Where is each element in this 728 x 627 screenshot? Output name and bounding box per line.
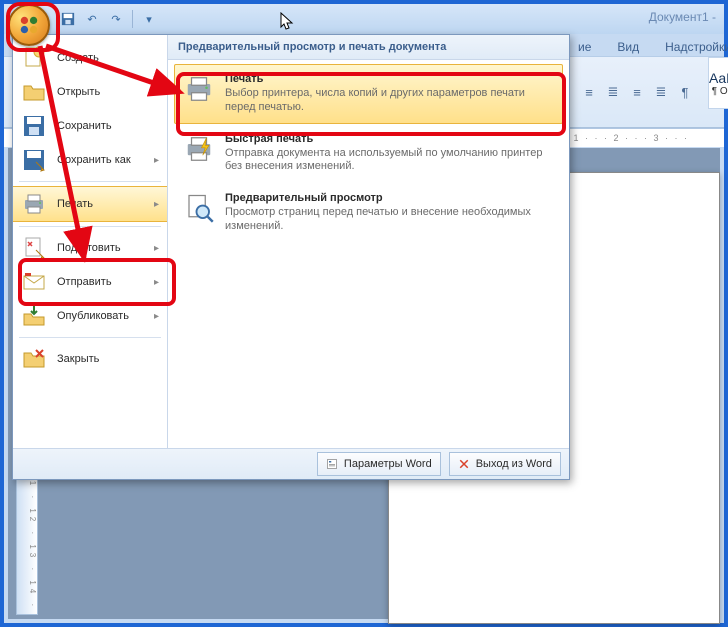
paragraph-group: ≡ ≣ ≡ ≣ ¶ — [574, 57, 700, 127]
menu-label: Закрыть — [57, 353, 159, 365]
undo-icon[interactable]: ↶ — [84, 11, 100, 27]
styles-gallery[interactable]: AaBb ¶ Обы — [708, 57, 728, 109]
exit-word-button[interactable]: Выход из Word — [449, 452, 561, 476]
menu-item-publish[interactable]: Опубликовать ▸ — [13, 299, 167, 333]
style-sample: AaBb — [709, 70, 728, 86]
ribbon-tab[interactable]: ие — [574, 38, 595, 56]
submenu-arrow-icon: ▸ — [154, 277, 159, 288]
submenu-arrow-icon: ▸ — [154, 199, 159, 210]
redo-icon[interactable]: ↷ — [108, 11, 124, 27]
print-icon — [21, 191, 47, 217]
quick-print-icon — [183, 133, 215, 165]
submenu-title: Печать — [225, 73, 554, 85]
office-button[interactable] — [8, 4, 50, 46]
ribbon-tab-view[interactable]: Вид — [613, 38, 643, 56]
menu-item-close[interactable]: Закрыть — [13, 342, 167, 376]
submenu-item-print[interactable]: Печать Выбор принтера, числа копий и дру… — [174, 64, 563, 124]
word-options-button[interactable]: Параметры Word — [317, 452, 441, 476]
submenu-header: Предварительный просмотр и печать докуме… — [168, 35, 569, 60]
document-title: Документ1 - — [649, 10, 716, 24]
office-menu-body: Создать Открыть Сохранить Сохранить как … — [13, 35, 569, 448]
menu-item-open[interactable]: Открыть — [13, 75, 167, 109]
align-left-icon[interactable]: ≡ — [578, 81, 600, 103]
submenu-item-print-preview[interactable]: Предварительный просмотр Просмотр страни… — [174, 183, 563, 243]
publish-icon — [21, 303, 47, 329]
menu-label: Создать — [57, 52, 159, 64]
submenu-text: Печать Выбор принтера, числа копий и дру… — [225, 73, 554, 115]
submenu-arrow-icon: ▸ — [154, 155, 159, 166]
menu-label: Подготовить — [57, 242, 144, 254]
qat-separator — [132, 10, 133, 28]
menu-separator — [19, 337, 161, 338]
prepare-icon — [21, 235, 47, 261]
menu-label: Отправить — [57, 276, 144, 288]
menu-label: Открыть — [57, 86, 159, 98]
submenu-title: Быстрая печать — [225, 133, 554, 145]
qat-customize-icon[interactable]: ▾ — [141, 11, 157, 27]
menu-item-save[interactable]: Сохранить — [13, 109, 167, 143]
menu-label: Сохранить — [57, 120, 159, 132]
save-icon[interactable] — [60, 11, 76, 27]
button-label: Выход из Word — [476, 458, 552, 470]
submenu-arrow-icon: ▸ — [154, 311, 159, 322]
ribbon-tab-addins[interactable]: Надстройки — [661, 38, 728, 56]
menu-item-print[interactable]: Печать ▸ — [13, 186, 167, 222]
button-label: Параметры Word — [344, 458, 432, 470]
save-icon — [21, 113, 47, 139]
menu-separator — [19, 181, 161, 182]
submenu-arrow-icon: ▸ — [154, 243, 159, 254]
ruler-ticks: · 1 · · · 2 · · · 3 · · · — [564, 133, 689, 143]
submenu-desc: Отправка документа на используемый по ум… — [225, 147, 554, 175]
menu-label: Опубликовать — [57, 310, 144, 322]
send-icon — [21, 269, 47, 295]
align-right-icon[interactable]: ≡ — [626, 81, 648, 103]
close-doc-icon — [21, 346, 47, 372]
menu-item-prepare[interactable]: Подготовить ▸ — [13, 231, 167, 265]
align-center-icon[interactable]: ≣ — [602, 81, 624, 103]
office-menu-left: Создать Открыть Сохранить Сохранить как … — [13, 35, 168, 448]
justify-icon[interactable]: ≣ — [650, 81, 672, 103]
menu-item-new[interactable]: Создать — [13, 41, 167, 75]
style-name: ¶ Обы — [712, 86, 728, 97]
new-icon — [21, 45, 47, 71]
menu-item-save-as[interactable]: Сохранить как ▸ — [13, 143, 167, 177]
submenu-title: Предварительный просмотр — [225, 192, 554, 204]
submenu-desc: Просмотр страниц перед печатью и внесени… — [225, 206, 554, 234]
print-preview-icon — [183, 192, 215, 224]
open-icon — [21, 79, 47, 105]
save-as-icon — [21, 147, 47, 173]
menu-item-send[interactable]: Отправить ▸ — [13, 265, 167, 299]
word-window: ↶ ↷ ▾ Документ1 - ие Вид Надстройки ≡ ≣ … — [0, 0, 728, 627]
titlebar: ↶ ↷ ▾ Документ1 - — [4, 4, 724, 34]
submenu-text: Предварительный просмотр Просмотр страни… — [225, 192, 554, 234]
print-icon — [183, 73, 215, 105]
show-marks-icon[interactable]: ¶ — [674, 81, 696, 103]
submenu-desc: Выбор принтера, числа копий и других пар… — [225, 87, 554, 115]
quick-access-toolbar: ↶ ↷ ▾ — [60, 10, 157, 28]
office-menu: Создать Открыть Сохранить Сохранить как … — [12, 34, 570, 480]
submenu-text: Быстрая печать Отправка документа на исп… — [225, 133, 554, 175]
menu-label: Сохранить как — [57, 154, 144, 166]
submenu-item-quick-print[interactable]: Быстрая печать Отправка документа на исп… — [174, 124, 563, 184]
submenu-list: Печать Выбор принтера, числа копий и дру… — [168, 60, 569, 448]
office-menu-footer: Параметры Word Выход из Word — [13, 448, 569, 479]
office-menu-right: Предварительный просмотр и печать докуме… — [168, 35, 569, 448]
menu-separator — [19, 226, 161, 227]
menu-label: Печать — [57, 198, 144, 210]
